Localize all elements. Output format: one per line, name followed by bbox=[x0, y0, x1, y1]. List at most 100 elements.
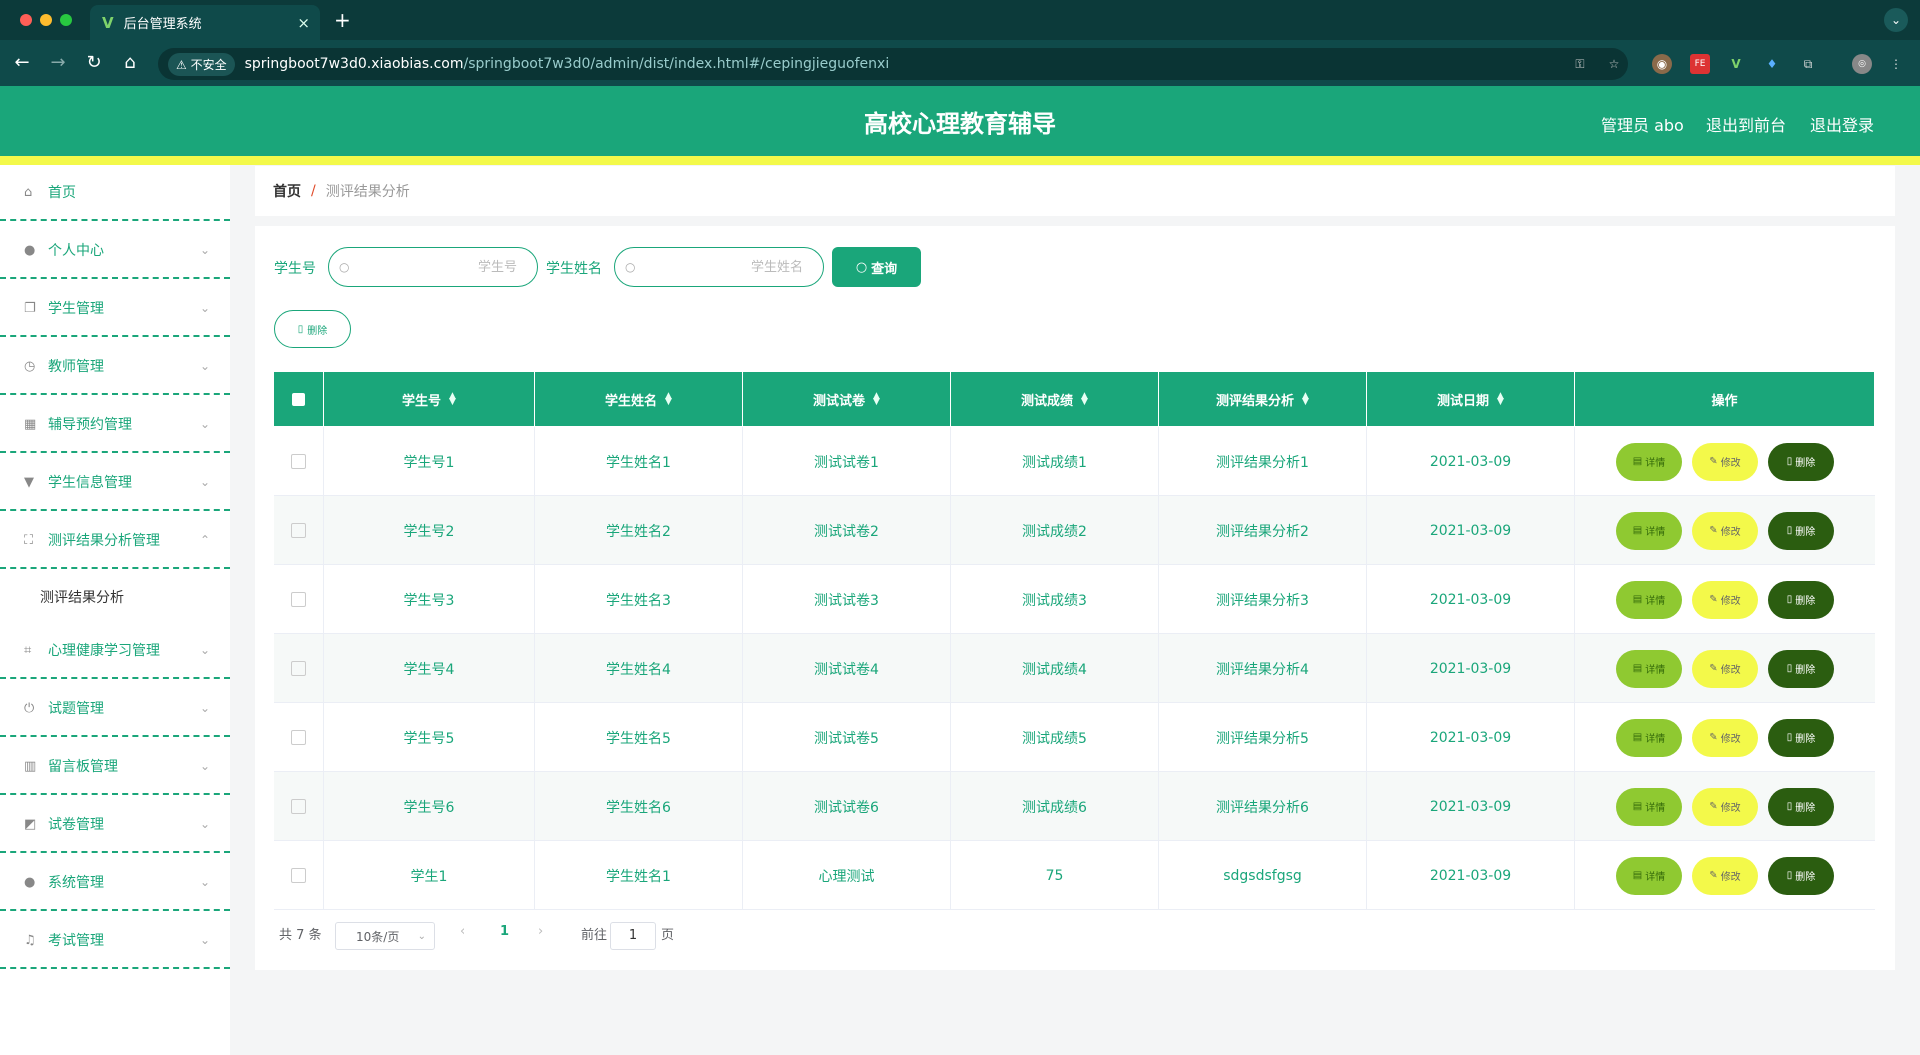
edit-button[interactable]: ✎ 修改 bbox=[1692, 442, 1758, 481]
sidebar-subitem-active[interactable]: 测评结果分析 bbox=[0, 569, 230, 625]
home-nav-icon[interactable]: ⌂ bbox=[118, 52, 142, 73]
edit-button[interactable]: ✎ 修改 bbox=[1692, 580, 1758, 619]
column-header-4[interactable]: 测评结果分析 ▲ ▼ bbox=[1159, 372, 1367, 426]
column-header-0[interactable]: 学生号 ▲ ▼ bbox=[324, 372, 535, 426]
column-header-3[interactable]: 测试成绩 ▲ ▼ bbox=[951, 372, 1159, 426]
sidebar-item-0[interactable]: ⌂ 首页 bbox=[0, 165, 230, 221]
edit-label: 修改 bbox=[1720, 872, 1741, 883]
detail-button[interactable]: ▤ 详情 bbox=[1616, 649, 1682, 688]
edit-button[interactable]: ✎ 修改 bbox=[1692, 718, 1758, 757]
detail-button[interactable]: ▤ 详情 bbox=[1616, 511, 1682, 550]
query-button[interactable]: ○ 查询 bbox=[832, 247, 921, 287]
row-checkbox[interactable] bbox=[291, 868, 306, 883]
sort-icon[interactable]: ▲ ▼ bbox=[873, 392, 880, 407]
sidebar-item-6[interactable]: ⛶ 测评结果分析管理 ⌃ bbox=[0, 513, 230, 569]
window-maximize-button[interactable] bbox=[60, 14, 72, 26]
prev-page-icon[interactable]: ‹ bbox=[460, 924, 465, 939]
page-size-select[interactable]: 10条/页 ⌄ bbox=[335, 922, 435, 950]
vue-devtools-icon[interactable]: V bbox=[1726, 54, 1746, 74]
sort-icon[interactable]: ▲ ▼ bbox=[665, 392, 672, 407]
detail-button[interactable]: ▤ 详情 bbox=[1616, 856, 1682, 895]
row-checkbox[interactable] bbox=[291, 454, 306, 469]
table-cell: 学生号1 bbox=[324, 427, 535, 496]
row-checkbox-cell[interactable] bbox=[274, 427, 324, 496]
logout-link[interactable]: 退出登录 bbox=[1810, 112, 1874, 136]
new-tab-button[interactable]: + bbox=[334, 8, 351, 32]
row-checkbox-cell[interactable] bbox=[274, 565, 324, 634]
detail-button[interactable]: ▤ 详情 bbox=[1616, 442, 1682, 481]
row-checkbox[interactable] bbox=[291, 523, 306, 538]
extension-avatar-icon[interactable]: ◉ bbox=[1652, 54, 1672, 74]
window-minimize-button[interactable] bbox=[40, 14, 52, 26]
edit-button[interactable]: ✎ 修改 bbox=[1692, 856, 1758, 895]
extensions-puzzle-icon[interactable]: ⧉ bbox=[1798, 54, 1818, 74]
sort-icon[interactable]: ▲ ▼ bbox=[449, 392, 456, 407]
detail-button[interactable]: ▤ 详情 bbox=[1616, 718, 1682, 757]
column-header-5[interactable]: 测试日期 ▲ ▼ bbox=[1367, 372, 1575, 426]
select-all-checkbox[interactable] bbox=[274, 372, 324, 426]
edit-button[interactable]: ✎ 修改 bbox=[1692, 511, 1758, 550]
student-id-input[interactable] bbox=[355, 258, 537, 276]
back-icon[interactable]: ← bbox=[10, 52, 34, 73]
fe-extension-icon[interactable]: FE bbox=[1690, 54, 1710, 74]
student-id-search-box[interactable]: ○ bbox=[328, 247, 538, 287]
sidebar-item-12[interactable]: ♫ 考试管理 ⌄ bbox=[0, 913, 230, 969]
not-secure-badge[interactable]: ⚠ 不安全 bbox=[168, 52, 235, 76]
breadcrumb-home[interactable]: 首页 bbox=[273, 181, 301, 201]
sort-icon[interactable]: ▲ ▼ bbox=[1302, 392, 1309, 407]
column-header-1[interactable]: 学生姓名 ▲ ▼ bbox=[535, 372, 743, 426]
edit-button[interactable]: ✎ 修改 bbox=[1692, 787, 1758, 826]
sidebar-item-5[interactable]: ▼ 学生信息管理 ⌄ bbox=[0, 455, 230, 511]
detail-button[interactable]: ▤ 详情 bbox=[1616, 580, 1682, 619]
detail-button[interactable]: ▤ 详情 bbox=[1616, 787, 1682, 826]
browser-menu-icon[interactable]: ⋮ bbox=[1886, 54, 1906, 74]
batch-delete-button[interactable]: ▯ 删除 bbox=[274, 310, 351, 348]
pin-extension-icon[interactable]: ♦ bbox=[1762, 54, 1782, 74]
delete-button[interactable]: ▯ 删除 bbox=[1768, 718, 1834, 757]
bookmark-star-icon[interactable]: ☆ bbox=[1604, 54, 1624, 74]
key-icon[interactable]: ⚿ bbox=[1570, 54, 1590, 74]
sidebar-item-8[interactable]: ⏻ 试题管理 ⌄ bbox=[0, 681, 230, 737]
sort-icon[interactable]: ▲ ▼ bbox=[1081, 392, 1088, 407]
row-checkbox[interactable] bbox=[291, 730, 306, 745]
url-field[interactable]: ⚠ 不安全 springboot7w3d0.xiaobias.com/sprin… bbox=[158, 48, 1628, 80]
delete-button[interactable]: ▯ 删除 bbox=[1768, 580, 1834, 619]
row-checkbox-cell[interactable] bbox=[274, 841, 324, 910]
sidebar-item-2[interactable]: ❐ 学生管理 ⌄ bbox=[0, 281, 230, 337]
delete-button[interactable]: ▯ 删除 bbox=[1768, 649, 1834, 688]
row-checkbox-cell[interactable] bbox=[274, 496, 324, 565]
exit-to-front-link[interactable]: 退出到前台 bbox=[1706, 112, 1786, 136]
sidebar-item-7[interactable]: ⌗ 心理健康学习管理 ⌄ bbox=[0, 623, 230, 679]
sort-icon[interactable]: ▲ ▼ bbox=[1497, 392, 1504, 407]
row-checkbox-cell[interactable] bbox=[274, 703, 324, 772]
window-close-button[interactable] bbox=[20, 14, 32, 26]
page-number-current[interactable]: 1 bbox=[500, 924, 509, 939]
student-name-search-box[interactable]: ○ bbox=[614, 247, 824, 287]
edit-button[interactable]: ✎ 修改 bbox=[1692, 649, 1758, 688]
delete-button[interactable]: ▯ 删除 bbox=[1768, 856, 1834, 895]
tab-menu-button[interactable]: ⌄ bbox=[1884, 8, 1908, 32]
delete-button[interactable]: ▯ 删除 bbox=[1768, 511, 1834, 550]
row-checkbox[interactable] bbox=[291, 661, 306, 676]
sidebar-item-10[interactable]: ◩ 试卷管理 ⌄ bbox=[0, 797, 230, 853]
row-checkbox-cell[interactable] bbox=[274, 772, 324, 841]
profile-avatar-icon[interactable]: ◎ bbox=[1852, 54, 1872, 74]
reload-icon[interactable]: ↻ bbox=[82, 52, 106, 73]
sidebar-item-9[interactable]: ▥ 留言板管理 ⌄ bbox=[0, 739, 230, 795]
sidebar-item-1[interactable]: ● 个人中心 ⌄ bbox=[0, 223, 230, 279]
row-checkbox[interactable] bbox=[291, 592, 306, 607]
tab-close-icon[interactable]: × bbox=[297, 14, 310, 32]
goto-page-input[interactable]: 1 bbox=[610, 922, 656, 950]
student-name-input[interactable] bbox=[641, 258, 823, 276]
delete-button[interactable]: ▯ 删除 bbox=[1768, 787, 1834, 826]
column-header-2[interactable]: 测试试卷 ▲ ▼ bbox=[743, 372, 951, 426]
forward-icon[interactable]: → bbox=[46, 52, 70, 73]
sidebar-item-4[interactable]: ▦ 辅导预约管理 ⌄ bbox=[0, 397, 230, 453]
sidebar-item-3[interactable]: ◷ 教师管理 ⌄ bbox=[0, 339, 230, 395]
next-page-icon[interactable]: › bbox=[538, 924, 543, 939]
sidebar-item-11[interactable]: ● 系统管理 ⌄ bbox=[0, 855, 230, 911]
browser-tab[interactable]: V 后台管理系统 × bbox=[90, 5, 320, 40]
row-checkbox[interactable] bbox=[291, 799, 306, 814]
row-checkbox-cell[interactable] bbox=[274, 634, 324, 703]
delete-button[interactable]: ▯ 删除 bbox=[1768, 442, 1834, 481]
